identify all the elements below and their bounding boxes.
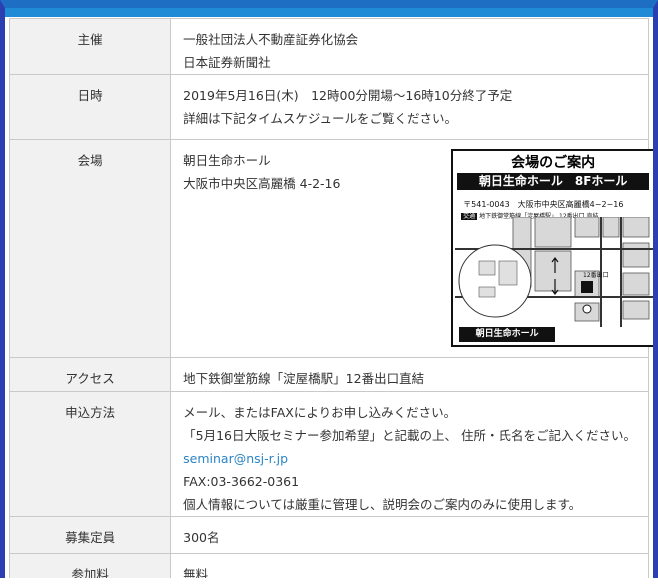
date-line-1: 2019年5月16日(木) 12時00分開場～16時10分終了予定 — [183, 88, 513, 103]
access-line-1: 地下鉄御堂筋線「淀屋橋駅」12番出口直結 — [183, 371, 425, 386]
capacity-value: 300名 — [183, 530, 220, 545]
label-capacity: 募集定員 — [8, 516, 172, 554]
value-apply: メール、またはFAXによりお申し込みください。 「5月16日大阪セミナー参加希望… — [170, 391, 649, 517]
event-info-table: 主催 一般社団法人不動産証券化協会 日本証券新聞社 日時 2019年5月16日(… — [8, 18, 653, 583]
value-date: 2019年5月16日(木) 12時00分開場～16時10分終了予定 詳細は下記タ… — [170, 74, 649, 140]
date-line-2: 詳細は下記タイムスケジュールをご覧ください。 — [183, 111, 458, 126]
value-host: 一般社団法人不動産証券化協会 日本証券新聞社 — [170, 18, 649, 75]
bottom-strip — [0, 578, 658, 588]
host-line-1: 一般社団法人不動産証券化協会 — [183, 32, 359, 47]
apply-line-1: メール、またはFAXによりお申し込みください。 — [183, 405, 457, 420]
email-link[interactable]: seminar@nsj-r.jp — [183, 447, 636, 470]
map-venue-marker — [581, 281, 594, 293]
map-hall-bar: 朝日生命ホール 8Fホール — [457, 173, 650, 190]
table-row-capacity: 募集定員 300名 — [8, 516, 649, 554]
map-inset-circle — [458, 244, 532, 318]
table-row-date: 日時 2019年5月16日(木) 12時00分開場～16時10分終了予定 詳細は… — [8, 74, 649, 140]
label-apply: 申込方法 — [8, 391, 172, 517]
map-title: 会場のご案内 — [511, 155, 596, 171]
table-row-access: アクセス 地下鉄御堂筋線「淀屋橋駅」12番出口直結 — [8, 357, 649, 392]
fax-number: FAX:03-3662-0361 — [183, 474, 300, 489]
top-bar — [5, 8, 653, 17]
map-footer-label: 朝日生命ホール — [459, 327, 556, 342]
host-line-2: 日本証券新聞社 — [183, 55, 271, 70]
label-access: アクセス — [8, 357, 172, 392]
privacy-note: 個人情報については厳重に管理し、説明会のご案内のみに使用します。 — [183, 497, 582, 512]
table-row-venue: 会場 朝日生命ホール 大阪市中央区高麗橋 4-2-16 会場のご案内 朝日生命ホ… — [8, 139, 653, 358]
label-venue: 会場 — [8, 139, 172, 358]
value-venue: 朝日生命ホール 大阪市中央区高麗橋 4-2-16 会場のご案内 朝日生命ホール … — [170, 139, 653, 358]
venue-map-image: 会場のご案内 朝日生命ホール 8Fホール 〒541-0043 大阪市中央区高麗橋… — [451, 149, 653, 347]
table-row-apply: 申込方法 メール、またはFAXによりお申し込みください。 「5月16日大阪セミナ… — [8, 391, 649, 517]
map-exit-label: 12番出口 — [583, 271, 609, 279]
table-row-host: 主催 一般社団法人不動産証券化協会 日本証券新聞社 — [8, 18, 649, 75]
venue-line-2: 大阪市中央区高麗橋 4-2-16 — [183, 176, 341, 191]
page-frame: 主催 一般社団法人不動産証券化協会 日本証券新聞社 日時 2019年5月16日(… — [0, 0, 658, 588]
apply-line-2: 「5月16日大阪セミナー参加希望」と記載の上、 住所・氏名をご記入ください。 — [183, 428, 636, 443]
value-access: 地下鉄御堂筋線「淀屋橋駅」12番出口直結 — [170, 357, 649, 392]
label-host: 主催 — [8, 18, 172, 75]
label-date: 日時 — [8, 74, 172, 140]
venue-line-1: 朝日生命ホール — [183, 153, 271, 168]
value-capacity: 300名 — [170, 516, 649, 554]
street-map-drawing: 12番出口 — [455, 217, 653, 327]
